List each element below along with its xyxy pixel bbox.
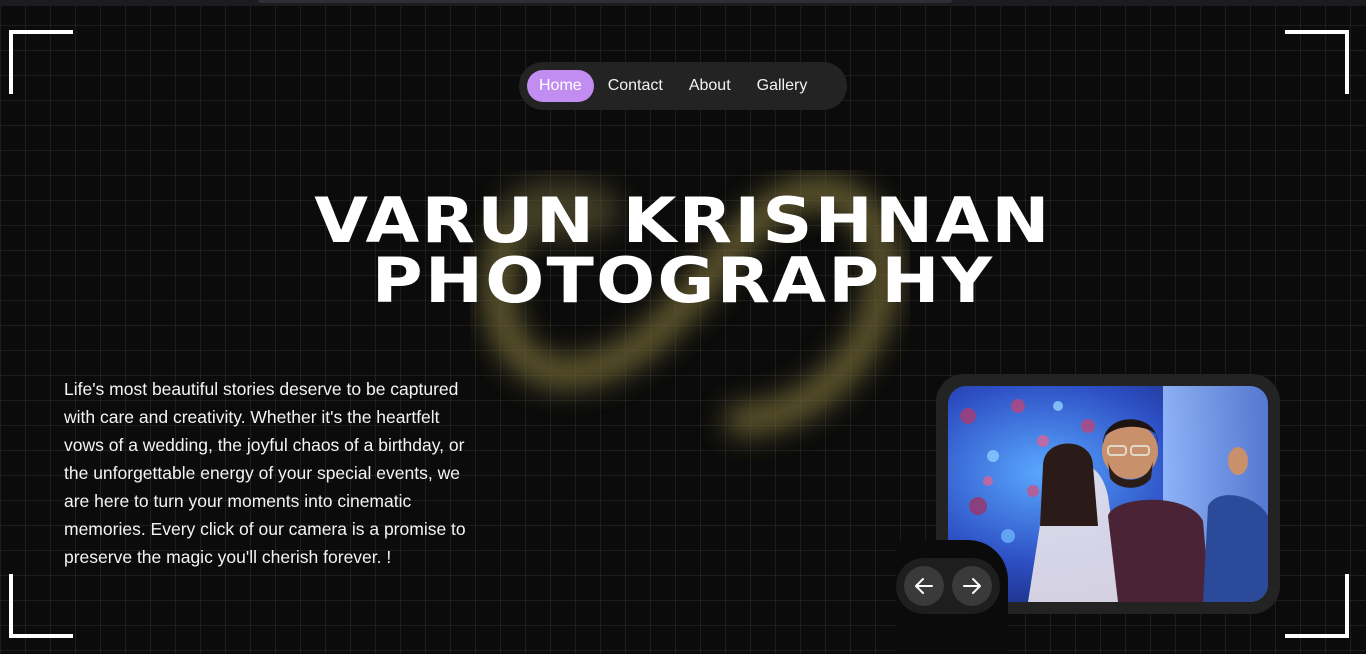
- nav-about[interactable]: About: [677, 70, 743, 102]
- top-bar-pill: [258, 0, 952, 3]
- nav-gallery[interactable]: Gallery: [745, 70, 820, 102]
- carousel-prev-button[interactable]: [904, 566, 944, 606]
- nav-home[interactable]: Home: [527, 70, 594, 102]
- carousel-controls: [896, 558, 1000, 614]
- nav-contact[interactable]: Contact: [596, 70, 675, 102]
- corner-frame-top-left: [9, 30, 73, 94]
- hero-title-line2: PHOTOGRAPHY: [371, 244, 995, 317]
- corner-frame-bottom-left: [9, 574, 73, 638]
- hero-title-line1: VARUN KRISHNAN: [314, 184, 1052, 257]
- carousel-next-button[interactable]: [952, 566, 992, 606]
- main-nav: Home Contact About Gallery: [519, 62, 847, 110]
- browser-top-bar: [0, 0, 1366, 6]
- arrow-left-icon: [915, 578, 933, 594]
- intro-paragraph: Life's most beautiful stories deserve to…: [64, 379, 466, 567]
- corner-frame-bottom-right: [1285, 574, 1349, 638]
- arrow-right-icon: [963, 578, 981, 594]
- corner-frame-top-right: [1285, 30, 1349, 94]
